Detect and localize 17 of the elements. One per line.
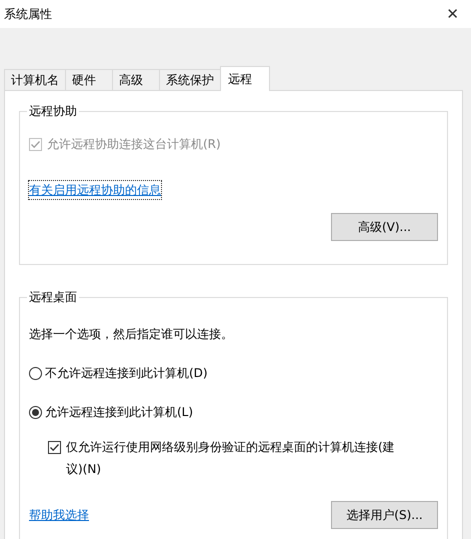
radio-label: 不允许远程连接到此计算机(D) [45,365,208,382]
advanced-button[interactable]: 高级(V)... [331,213,438,241]
tab[interactable]: 远程 [220,66,270,91]
instruction-text: 选择一个选项，然后指定谁可以连接。 [29,326,234,343]
checkbox-label: 仅允许运行使用网络级别身份验证的远程桌面的计算机连接(建议)(N) [66,439,396,478]
tab[interactable]: 计算机名 [4,69,66,90]
select-users-button[interactable]: 选择用户(S)... [331,501,438,529]
group-title: 远程桌面 [27,288,79,306]
window-title: 系统属性 [4,6,52,23]
info-link[interactable]: 有关启用远程协助的信息 [29,181,161,199]
radio-button[interactable] [29,366,42,380]
radio-button[interactable] [29,406,42,418]
radio-label: 允许远程连接到此计算机(L) [45,404,194,421]
help-link[interactable]: 帮助我选择 [29,506,89,524]
close-button[interactable]: ✕ [446,2,459,26]
checkbox[interactable] [48,441,61,454]
checkbox-label: 允许远程协助连接这台计算机(R) [47,136,221,153]
